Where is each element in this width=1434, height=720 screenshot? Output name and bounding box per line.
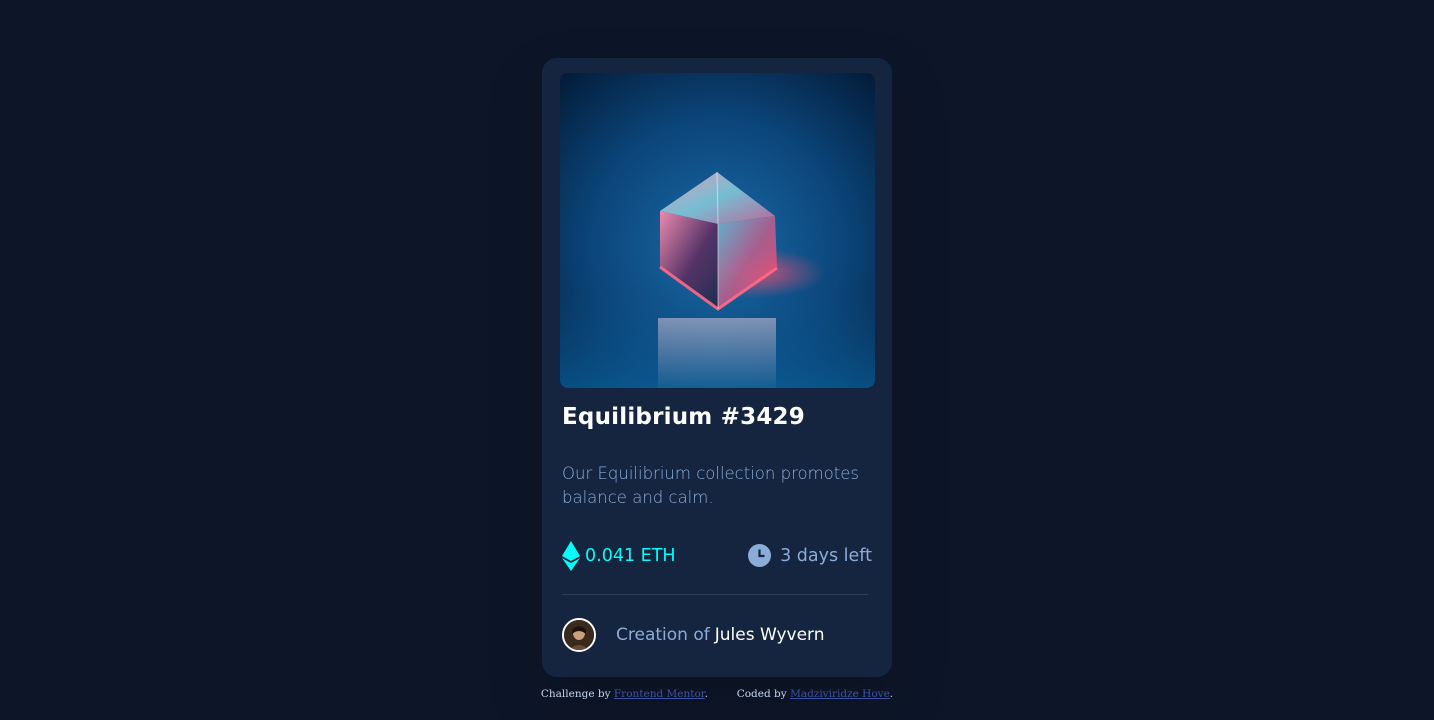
creator-name-link[interactable]: Jules Wyvern — [715, 625, 825, 645]
attribution-period: . — [889, 688, 894, 700]
creator-info: Creation of Jules Wyvern — [562, 618, 825, 652]
ethereum-icon — [562, 541, 580, 571]
creator-prefix: Creation of — [616, 625, 710, 645]
time-left: 3 days left — [780, 545, 872, 566]
divider — [562, 594, 868, 595]
nft-title[interactable]: Equilibrium #3429 — [562, 404, 805, 430]
attribution-period: . — [704, 688, 709, 700]
attribution: Challenge by Frontend Mentor. Coded by M… — [0, 688, 1434, 700]
nft-description: Our Equilibrium collection promotes bala… — [562, 464, 859, 507]
coded-by-label: Coded by — [736, 688, 787, 700]
avatar-portrait-icon — [564, 620, 594, 650]
nft-card: Equilibrium #3429 Our Equilibrium collec… — [542, 58, 892, 677]
price-value: 0.041 ETH — [585, 546, 676, 566]
page: Equilibrium #3429 Our Equilibrium collec… — [0, 0, 1434, 720]
nft-image[interactable] — [560, 73, 875, 388]
equilibrium-cube-image — [560, 73, 875, 388]
author-link[interactable]: Madziviridze Hove — [790, 688, 890, 700]
frontend-mentor-link[interactable]: Frontend Mentor — [614, 688, 705, 700]
creator-avatar — [562, 618, 596, 652]
challenge-by-label: Challenge by — [540, 688, 611, 700]
clock-icon — [748, 544, 772, 567]
price-info: 0.041 ETH — [562, 541, 676, 571]
time-info: 3 days left — [748, 544, 872, 567]
